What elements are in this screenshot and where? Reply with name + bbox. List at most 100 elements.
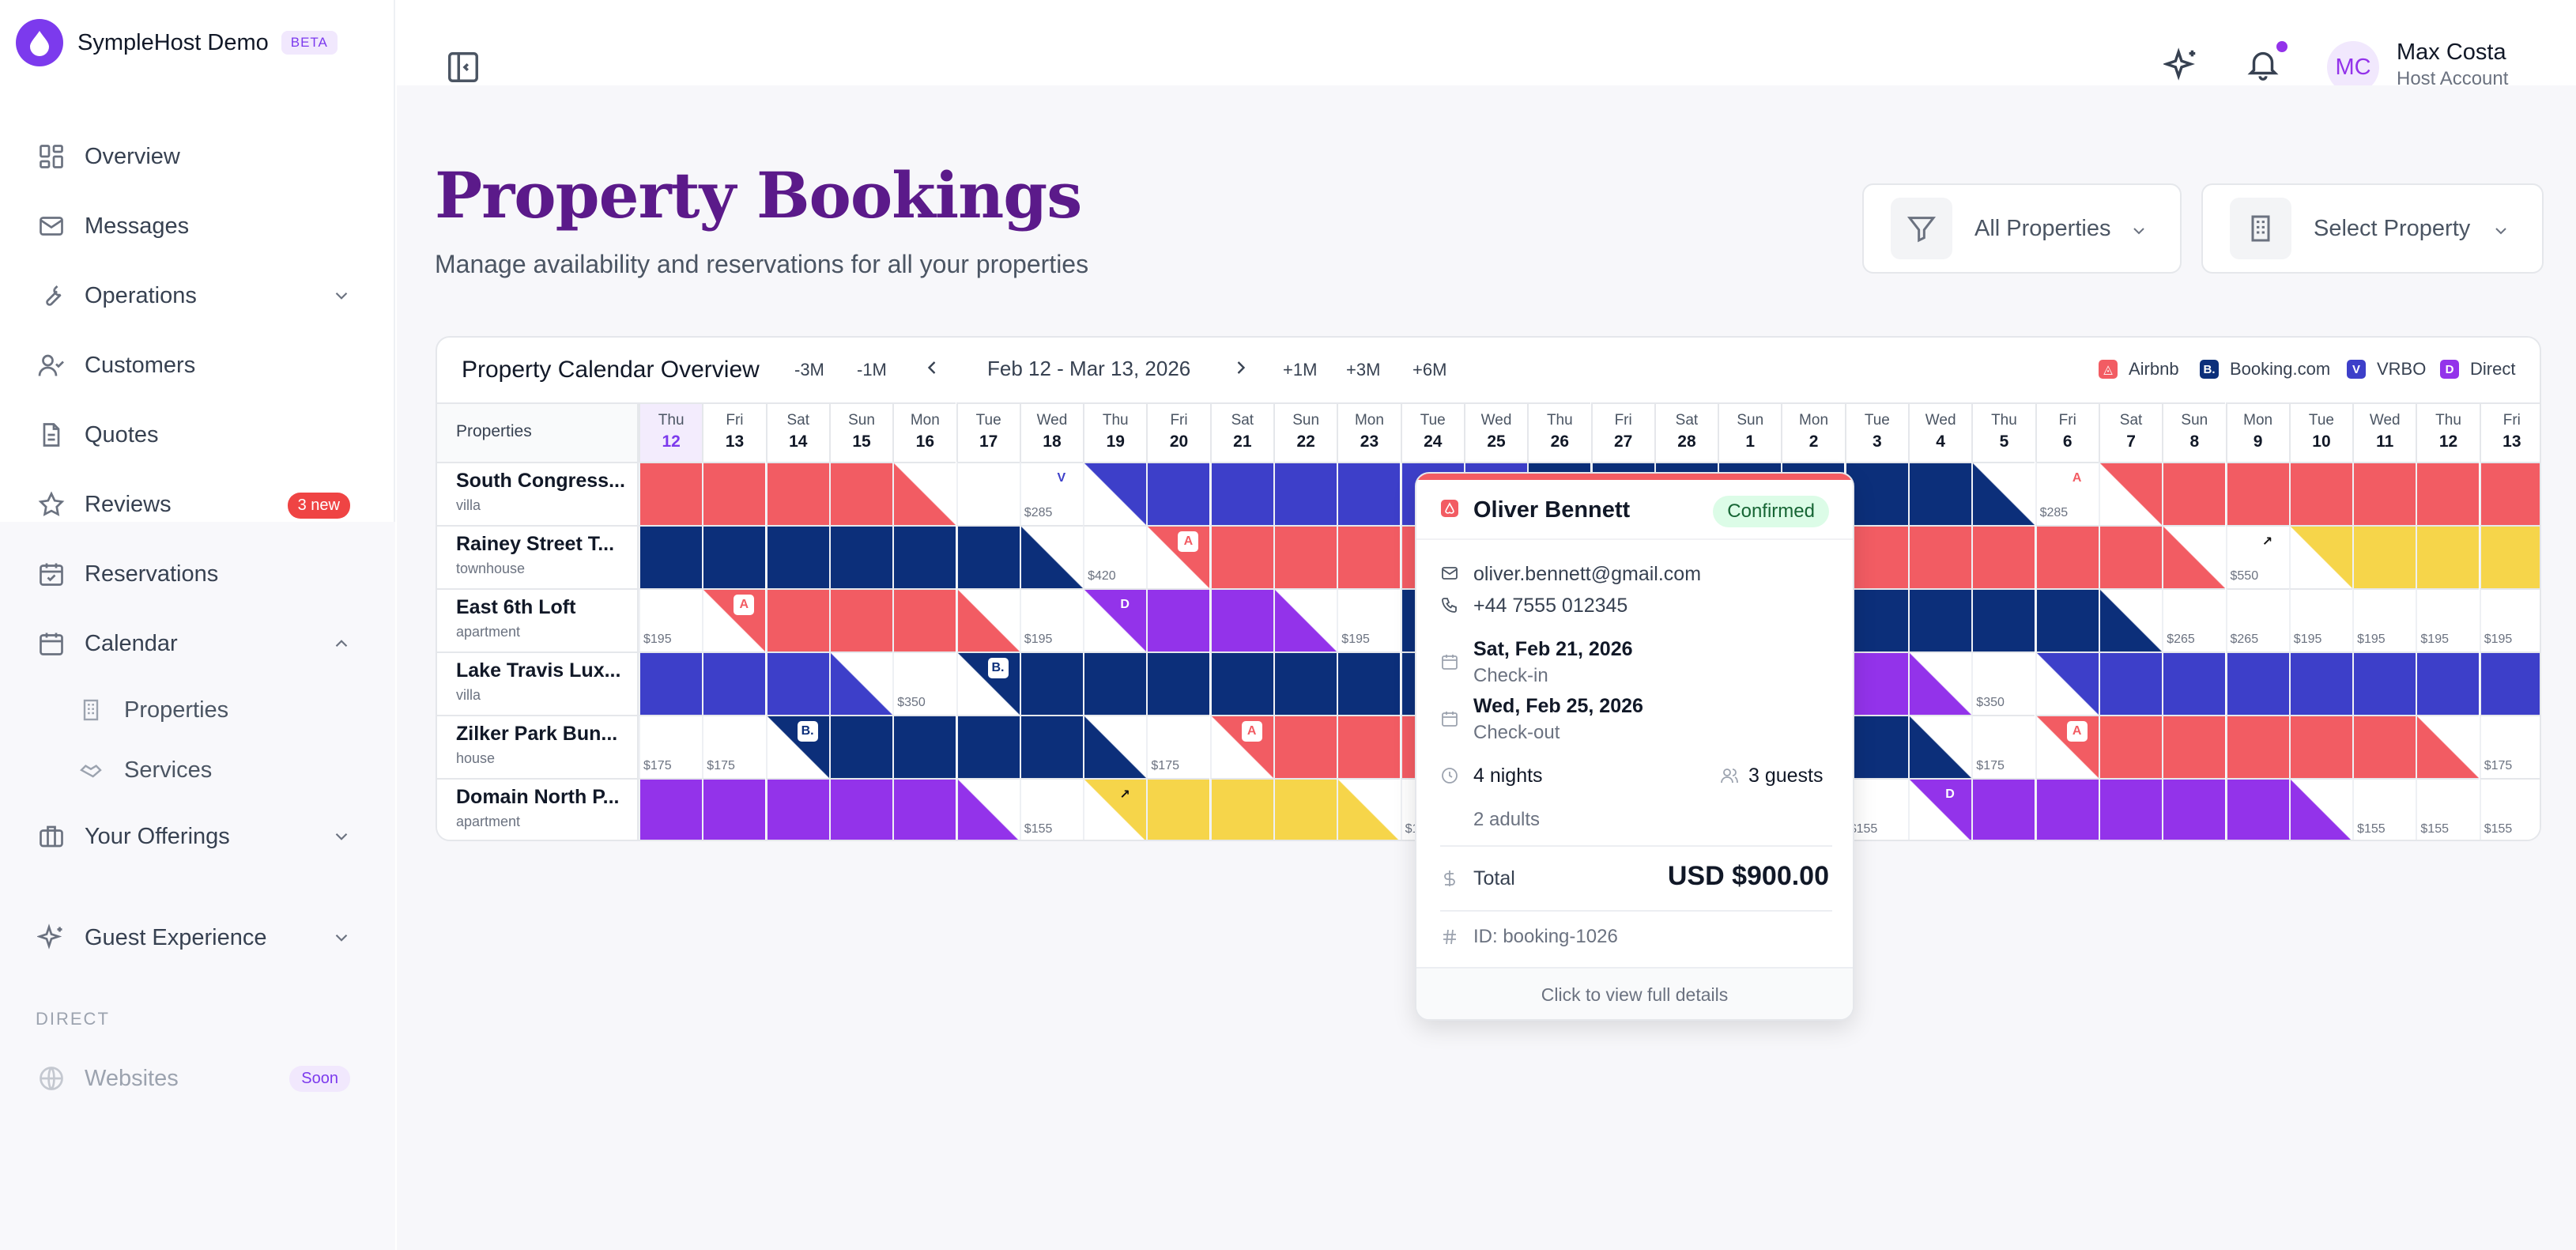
booked-cell[interactable] [828, 588, 892, 651]
available-cell[interactable]: $350 [1971, 651, 2035, 715]
booked-cell[interactable] [1019, 715, 1083, 778]
checkout-cell[interactable] [2288, 778, 2352, 840]
booked-cell[interactable] [1019, 651, 1083, 715]
forward-6-months-button[interactable]: +6M [1412, 360, 1446, 380]
booked-cell[interactable] [828, 525, 892, 588]
booked-cell[interactable] [2225, 778, 2289, 840]
booked-cell[interactable] [2352, 462, 2416, 525]
user-name[interactable]: Max Costa [2397, 40, 2506, 66]
booked-cell[interactable] [892, 525, 956, 588]
sidebar-collapse-icon[interactable] [445, 49, 481, 89]
booked-cell[interactable] [2098, 525, 2162, 588]
booked-cell[interactable] [828, 715, 892, 778]
available-cell[interactable]: $195 [2416, 588, 2480, 651]
available-cell[interactable]: $175 [702, 715, 766, 778]
booked-cell[interactable] [1337, 651, 1401, 715]
available-cell[interactable]: $175 [1146, 715, 1210, 778]
next-arrow-icon[interactable] [1230, 357, 1252, 383]
property-row-label[interactable]: Lake Travis Lux... villa [437, 651, 639, 715]
checkin-cell[interactable]: B. [956, 651, 1020, 715]
checkout-cell[interactable] [2098, 588, 2162, 651]
available-cell[interactable]: $195 [2479, 588, 2540, 651]
available-cell[interactable]: $195 [639, 588, 702, 651]
checkout-cell[interactable] [1908, 715, 1971, 778]
booked-cell[interactable] [702, 462, 766, 525]
available-cell[interactable]: $350 [892, 651, 956, 715]
back-1-month-button[interactable]: -1M [857, 360, 887, 380]
booked-cell[interactable] [1209, 778, 1273, 840]
booked-cell[interactable] [2035, 588, 2099, 651]
available-cell[interactable] [956, 462, 1020, 525]
booked-cell[interactable] [2288, 462, 2352, 525]
brand[interactable]: SympleHost Demo BETA [16, 17, 338, 68]
booked-cell[interactable] [2098, 715, 2162, 778]
booked-cell[interactable] [1337, 715, 1401, 778]
checkout-cell[interactable] [956, 778, 1020, 840]
booked-cell[interactable] [1337, 462, 1401, 525]
checkout-cell[interactable] [1337, 778, 1401, 840]
checkout-cell[interactable] [2416, 715, 2480, 778]
view-details-footer[interactable]: Click to view full details [1416, 967, 1853, 1019]
booked-cell[interactable] [702, 778, 766, 840]
booked-cell[interactable] [765, 651, 829, 715]
available-cell[interactable]: $155 [2416, 778, 2480, 840]
available-cell[interactable]: $175 [1971, 715, 2035, 778]
available-cell[interactable]: $265 [2162, 588, 2226, 651]
sidebar-item-quotes[interactable]: Quotes [36, 411, 352, 459]
ai-sparkles-icon[interactable] [2162, 46, 2200, 86]
back-3-months-button[interactable]: -3M [794, 360, 824, 380]
booked-cell[interactable] [702, 525, 766, 588]
booked-cell[interactable] [2225, 715, 2289, 778]
checkout-cell[interactable] [1273, 588, 1337, 651]
booked-cell[interactable] [1209, 588, 1273, 651]
sidebar-item-reviews[interactable]: Reviews 3 new [36, 481, 352, 528]
booked-cell[interactable] [765, 778, 829, 840]
sidebar-item-reservations[interactable]: Reservations [36, 550, 352, 598]
booked-cell[interactable] [1908, 588, 1971, 651]
available-cell[interactable]: $155 [1019, 778, 1083, 840]
available-cell[interactable]: $175 [639, 715, 702, 778]
booked-cell[interactable] [765, 525, 829, 588]
booked-cell[interactable] [892, 588, 956, 651]
forward-1-month-button[interactable]: +1M [1283, 360, 1317, 380]
booked-cell[interactable] [2416, 651, 2480, 715]
booked-cell[interactable] [2035, 525, 2099, 588]
available-cell[interactable]: $155 [2352, 778, 2416, 840]
checkout-cell[interactable] [956, 588, 1020, 651]
property-row-label[interactable]: Rainey Street T... townhouse [437, 525, 639, 588]
booked-cell[interactable] [2479, 651, 2540, 715]
booked-cell[interactable] [1146, 651, 1210, 715]
sidebar-item-customers[interactable]: Customers [36, 342, 352, 389]
booked-cell[interactable] [2479, 462, 2540, 525]
checkin-cell[interactable]: A [702, 588, 766, 651]
available-cell[interactable]: $195 [2288, 588, 2352, 651]
booked-cell[interactable] [2352, 525, 2416, 588]
sidebar-item-your-offerings[interactable]: Your Offerings [36, 813, 352, 860]
booked-cell[interactable] [1273, 778, 1337, 840]
booked-cell[interactable] [702, 651, 766, 715]
booked-cell[interactable] [1971, 588, 2035, 651]
guest-email[interactable]: oliver.bennett@gmail.com [1473, 563, 1701, 586]
booked-cell[interactable] [2098, 651, 2162, 715]
booked-cell[interactable] [2098, 778, 2162, 840]
available-cell[interactable]: $195 [2352, 588, 2416, 651]
checkin-cell[interactable]: ↗ [1083, 778, 1147, 840]
prev-arrow-icon[interactable] [921, 357, 943, 383]
booked-cell[interactable] [1209, 462, 1273, 525]
forward-3-months-button[interactable]: +3M [1346, 360, 1380, 380]
booked-cell[interactable] [1273, 651, 1337, 715]
booked-cell[interactable] [2225, 462, 2289, 525]
booked-cell[interactable] [1273, 462, 1337, 525]
property-row-label[interactable]: East 6th Loft apartment [437, 588, 639, 651]
booked-cell[interactable] [1908, 525, 1971, 588]
property-row-label[interactable]: South Congress... villa [437, 462, 639, 525]
checkout-cell[interactable] [1019, 525, 1083, 588]
booked-cell[interactable] [956, 525, 1020, 588]
booked-cell[interactable] [2479, 525, 2540, 588]
sidebar-item-guest-experience[interactable]: Guest Experience [36, 914, 352, 961]
booked-cell[interactable] [1209, 651, 1273, 715]
available-cell[interactable]: $195 [1337, 588, 1401, 651]
checkin-cell[interactable] [2098, 462, 2162, 525]
checkin-cell[interactable] [2035, 651, 2099, 715]
sidebar-item-operations[interactable]: Operations [36, 272, 352, 319]
